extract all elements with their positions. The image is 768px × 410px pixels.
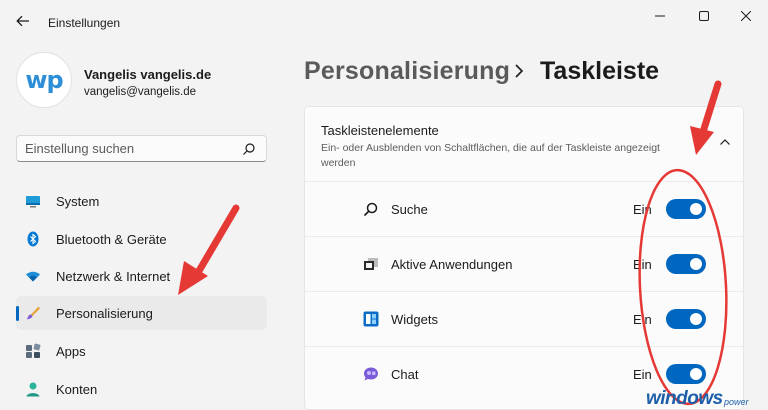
breadcrumb-parent[interactable]: Personalisierung xyxy=(304,57,510,86)
chat-toggle[interactable] xyxy=(666,364,706,384)
taskbar-items-header[interactable]: Taskleistenelemente Ein- oder Ausblenden… xyxy=(305,107,743,181)
toggle-knob xyxy=(690,203,702,215)
toggle-state-text: Ein xyxy=(633,257,652,272)
close-button[interactable] xyxy=(728,6,764,26)
avatar[interactable]: wp xyxy=(16,52,72,108)
group-description: Ein- oder Ausblenden von Schaltflächen, … xyxy=(321,142,660,169)
toggle-knob xyxy=(690,258,702,270)
setting-row-task-view: Aktive Anwendungen Ein xyxy=(305,236,743,291)
back-arrow-icon[interactable] xyxy=(14,12,32,30)
chevron-up-icon[interactable] xyxy=(719,137,731,147)
search-box[interactable] xyxy=(16,135,267,162)
search-icon[interactable] xyxy=(242,142,256,156)
sidebar-item-network[interactable]: Netzwerk & Internet xyxy=(16,259,267,293)
group-title: Taskleistenelemente xyxy=(321,123,439,138)
taskbar-items-group: Taskleistenelemente Ein- oder Ausblenden… xyxy=(304,106,744,410)
setting-row-widgets: Widgets Ein xyxy=(305,291,743,346)
toggle-state-text: Ein xyxy=(633,367,652,382)
sidebar-item-label: Personalisierung xyxy=(56,306,153,321)
setting-label: Suche xyxy=(391,202,428,217)
sidebar-item-label: Bluetooth & Geräte xyxy=(56,232,167,247)
setting-row-search: Suche Ein xyxy=(305,181,743,236)
sidebar-item-accounts[interactable]: Konten xyxy=(16,372,267,406)
watermark-logo-sub: power xyxy=(724,397,749,407)
sidebar-item-system[interactable]: System xyxy=(16,184,267,218)
maximize-icon xyxy=(699,11,709,21)
setting-label: Aktive Anwendungen xyxy=(391,257,513,272)
toggle-knob xyxy=(690,313,702,325)
sidebar-item-label: Netzwerk & Internet xyxy=(56,269,171,284)
search-input[interactable] xyxy=(25,141,225,156)
sidebar-item-bluetooth[interactable]: Bluetooth & Geräte xyxy=(16,222,267,256)
sidebar-item-label: System xyxy=(56,194,100,209)
setting-label: Widgets xyxy=(391,312,438,327)
toggle-knob xyxy=(690,368,702,380)
minimize-icon xyxy=(655,15,665,17)
toggle-state-text: Ein xyxy=(633,202,652,217)
apps-icon xyxy=(26,343,41,358)
page-title: Taskleiste xyxy=(540,57,660,85)
chat-icon xyxy=(364,367,378,381)
maximize-button[interactable] xyxy=(686,6,722,26)
avatar-logo-text: wp xyxy=(25,66,63,94)
task-view-icon xyxy=(364,258,378,270)
search-toggle[interactable] xyxy=(666,199,706,219)
bluetooth-icon xyxy=(27,231,39,247)
person-icon xyxy=(26,382,40,397)
window-title: Einstellungen xyxy=(48,16,121,30)
brush-icon xyxy=(27,306,40,320)
sidebar-item-label: Konten xyxy=(56,382,98,397)
sidebar-item-label: Apps xyxy=(56,344,86,359)
watermark-logo: windows xyxy=(646,388,723,409)
setting-label: Chat xyxy=(391,367,419,382)
close-icon xyxy=(741,11,751,21)
search-icon xyxy=(364,202,378,216)
chevron-right-icon xyxy=(515,64,524,78)
minimize-button[interactable] xyxy=(642,6,678,26)
task-view-toggle[interactable] xyxy=(666,254,706,274)
wifi-icon xyxy=(26,271,40,282)
profile-email: vangelis@vangelis.de xyxy=(84,86,197,98)
monitor-icon xyxy=(26,196,40,208)
widgets-icon xyxy=(363,311,379,327)
sidebar-item-apps[interactable]: Apps xyxy=(16,334,267,368)
sidebar-item-personalization[interactable]: Personalisierung xyxy=(16,296,267,330)
widgets-toggle[interactable] xyxy=(666,309,706,329)
profile-name: Vangelis vangelis.de xyxy=(84,67,212,82)
toggle-state-text: Ein xyxy=(633,312,652,327)
